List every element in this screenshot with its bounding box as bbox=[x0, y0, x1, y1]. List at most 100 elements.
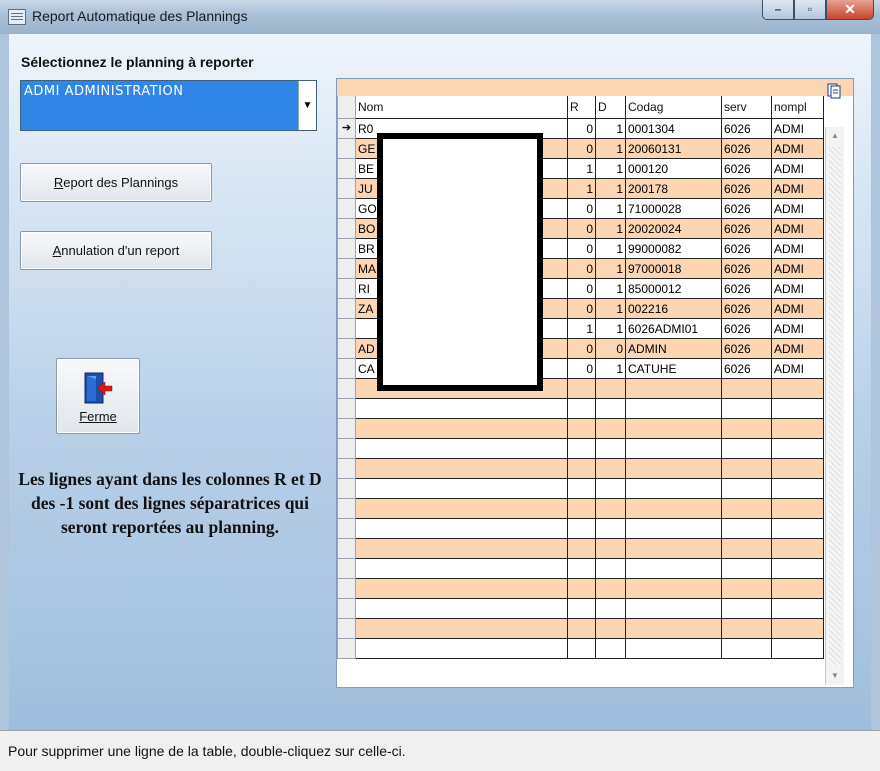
cell-nompl[interactable]: ADMI bbox=[771, 118, 824, 139]
column-header-nom[interactable]: Nom bbox=[355, 96, 568, 119]
cancel-report-button[interactable]: Annulation d'un report bbox=[20, 231, 212, 270]
empty-cell[interactable] bbox=[625, 498, 722, 519]
empty-cell[interactable] bbox=[625, 398, 722, 419]
cell-serv[interactable]: 6026 bbox=[721, 158, 772, 179]
cell-serv[interactable]: 6026 bbox=[721, 358, 772, 379]
empty-cell[interactable] bbox=[567, 478, 596, 499]
empty-cell[interactable] bbox=[625, 578, 722, 599]
cell-codag[interactable]: 85000012 bbox=[625, 278, 722, 299]
empty-cell[interactable] bbox=[567, 418, 596, 439]
empty-cell[interactable] bbox=[567, 438, 596, 459]
cell-codag[interactable]: 0001304 bbox=[625, 118, 722, 139]
row-indicator[interactable] bbox=[337, 278, 356, 299]
empty-cell[interactable] bbox=[595, 518, 626, 539]
row-indicator[interactable] bbox=[337, 578, 356, 599]
empty-cell[interactable] bbox=[771, 578, 824, 599]
empty-cell[interactable] bbox=[771, 598, 824, 619]
cell-serv[interactable]: 6026 bbox=[721, 298, 772, 319]
empty-cell[interactable] bbox=[595, 598, 626, 619]
cell-codag[interactable]: 200178 bbox=[625, 178, 722, 199]
empty-cell[interactable] bbox=[595, 458, 626, 479]
cell-r[interactable]: 1 bbox=[567, 178, 596, 199]
empty-cell[interactable] bbox=[355, 458, 568, 479]
empty-cell[interactable] bbox=[721, 378, 772, 399]
cell-r[interactable]: 0 bbox=[567, 298, 596, 319]
row-indicator[interactable] bbox=[337, 138, 356, 159]
empty-cell[interactable] bbox=[625, 418, 722, 439]
empty-cell[interactable] bbox=[721, 618, 772, 639]
empty-cell[interactable] bbox=[355, 578, 568, 599]
dropdown-arrow-icon[interactable]: ▼ bbox=[298, 81, 316, 130]
column-header-codag[interactable]: Codag bbox=[625, 96, 722, 119]
cell-d[interactable]: 1 bbox=[595, 218, 626, 239]
empty-cell[interactable] bbox=[771, 458, 824, 479]
cell-serv[interactable]: 6026 bbox=[721, 318, 772, 339]
row-indicator[interactable] bbox=[337, 538, 356, 559]
empty-cell[interactable] bbox=[625, 638, 722, 659]
empty-cell[interactable] bbox=[355, 598, 568, 619]
empty-cell[interactable] bbox=[721, 518, 772, 539]
cell-nompl[interactable]: ADMI bbox=[771, 318, 824, 339]
empty-cell[interactable] bbox=[625, 378, 722, 399]
cell-serv[interactable]: 6026 bbox=[721, 258, 772, 279]
empty-cell[interactable] bbox=[721, 458, 772, 479]
empty-cell[interactable] bbox=[625, 518, 722, 539]
cell-d[interactable]: 1 bbox=[595, 258, 626, 279]
empty-cell[interactable] bbox=[771, 398, 824, 419]
empty-table-row[interactable] bbox=[337, 518, 824, 539]
column-header-serv[interactable]: serv bbox=[721, 96, 772, 119]
cell-nompl[interactable]: ADMI bbox=[771, 158, 824, 179]
cell-codag[interactable]: 000120 bbox=[625, 158, 722, 179]
empty-cell[interactable] bbox=[567, 598, 596, 619]
empty-table-row[interactable] bbox=[337, 398, 824, 419]
empty-cell[interactable] bbox=[355, 398, 568, 419]
title-bar[interactable]: Report Automatique des Plannings – ▫ ✕ bbox=[0, 0, 880, 34]
empty-cell[interactable] bbox=[771, 378, 824, 399]
cell-serv[interactable]: 6026 bbox=[721, 278, 772, 299]
empty-cell[interactable] bbox=[771, 538, 824, 559]
empty-cell[interactable] bbox=[355, 538, 568, 559]
empty-cell[interactable] bbox=[567, 458, 596, 479]
cell-r[interactable]: 0 bbox=[567, 218, 596, 239]
cell-codag[interactable]: CATUHE bbox=[625, 358, 722, 379]
empty-cell[interactable] bbox=[595, 478, 626, 499]
empty-cell[interactable] bbox=[595, 558, 626, 579]
empty-cell[interactable] bbox=[595, 578, 626, 599]
scrollbar-track[interactable] bbox=[829, 147, 841, 665]
cell-codag[interactable]: 99000082 bbox=[625, 238, 722, 259]
column-header-nompl[interactable]: nompl bbox=[771, 96, 824, 119]
copy-rows-icon[interactable] bbox=[827, 83, 841, 99]
row-indicator[interactable] bbox=[337, 338, 356, 359]
empty-cell[interactable] bbox=[567, 498, 596, 519]
row-indicator[interactable] bbox=[337, 178, 356, 199]
cell-nompl[interactable]: ADMI bbox=[771, 278, 824, 299]
empty-cell[interactable] bbox=[567, 378, 596, 399]
cell-nompl[interactable]: ADMI bbox=[771, 218, 824, 239]
row-indicator[interactable] bbox=[337, 438, 356, 459]
empty-cell[interactable] bbox=[721, 498, 772, 519]
empty-cell[interactable] bbox=[625, 438, 722, 459]
cell-d[interactable]: 1 bbox=[595, 178, 626, 199]
row-indicator[interactable] bbox=[337, 618, 356, 639]
cell-r[interactable]: 0 bbox=[567, 238, 596, 259]
row-indicator[interactable] bbox=[337, 398, 356, 419]
row-indicator[interactable] bbox=[337, 378, 356, 399]
empty-cell[interactable] bbox=[771, 418, 824, 439]
cell-r[interactable]: 1 bbox=[567, 158, 596, 179]
empty-cell[interactable] bbox=[355, 438, 568, 459]
empty-cell[interactable] bbox=[625, 558, 722, 579]
empty-cell[interactable] bbox=[721, 558, 772, 579]
empty-cell[interactable] bbox=[567, 638, 596, 659]
cell-serv[interactable]: 6026 bbox=[721, 218, 772, 239]
cell-codag[interactable]: ADMIN bbox=[625, 338, 722, 359]
cell-d[interactable]: 1 bbox=[595, 198, 626, 219]
empty-cell[interactable] bbox=[355, 498, 568, 519]
cell-nompl[interactable]: ADMI bbox=[771, 138, 824, 159]
empty-cell[interactable] bbox=[595, 438, 626, 459]
empty-cell[interactable] bbox=[595, 498, 626, 519]
empty-cell[interactable] bbox=[595, 618, 626, 639]
grid-vertical-scrollbar[interactable]: ▲ ▼ bbox=[825, 127, 844, 685]
empty-table-row[interactable] bbox=[337, 578, 824, 599]
empty-cell[interactable] bbox=[721, 438, 772, 459]
empty-cell[interactable] bbox=[771, 558, 824, 579]
